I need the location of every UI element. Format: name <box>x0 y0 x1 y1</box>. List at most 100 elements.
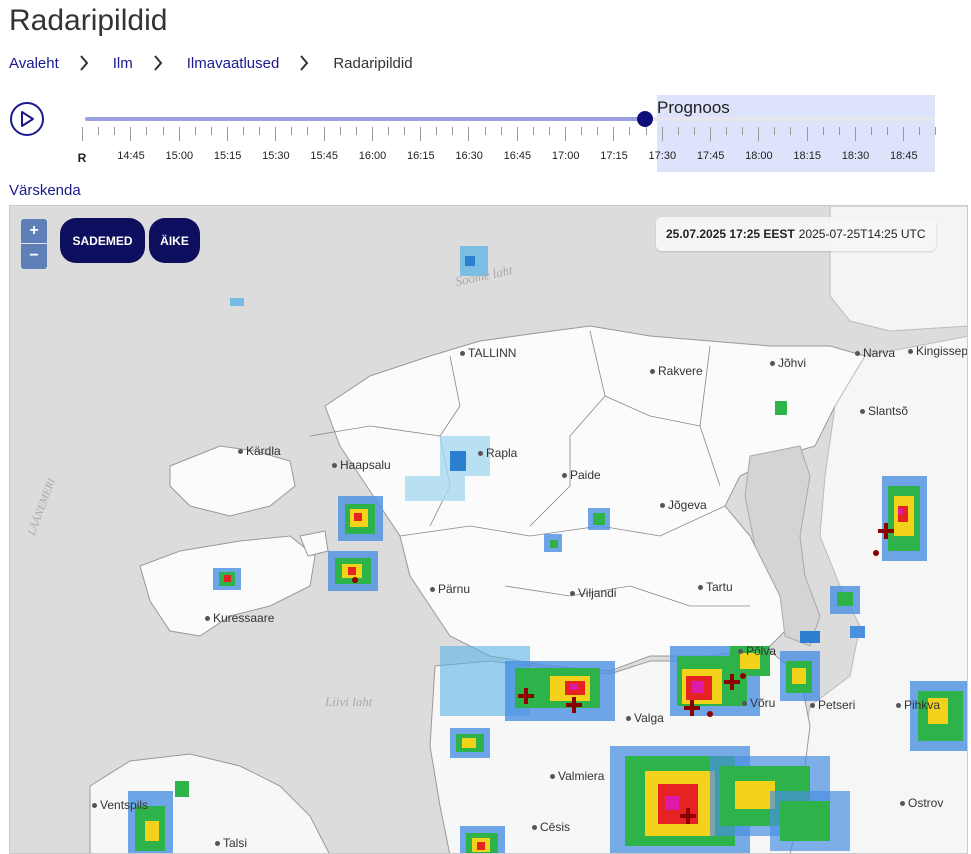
timeline-tick <box>339 127 341 135</box>
timeline-label[interactable]: 17:30 <box>649 150 677 162</box>
city-name: Valmiera <box>558 769 605 783</box>
realtime-label[interactable]: R <box>78 151 87 165</box>
timeline-tick <box>693 127 695 135</box>
city-dot-icon <box>860 409 865 415</box>
timeline-tick <box>355 127 357 135</box>
timeline-tick <box>291 127 293 135</box>
city-name: Paide <box>570 468 601 482</box>
city-dot-icon <box>92 803 97 809</box>
city-label: Cēsis <box>532 820 570 834</box>
layer-button-sademed[interactable]: SADEMED <box>60 218 145 263</box>
city-label: Jõhvi <box>770 356 806 370</box>
timeline-label[interactable]: 15:15 <box>214 150 242 162</box>
timeline-label[interactable]: 18:45 <box>890 150 918 162</box>
city-name: Cēsis <box>540 820 571 834</box>
timeline-labels: R 14:45 15:00 15:15 15:30 15:45 16:00 16:15 16:… <box>0 150 971 166</box>
city-label: Valga <box>626 711 664 725</box>
timeline-label[interactable]: 16:00 <box>359 150 387 162</box>
timeline-label[interactable]: 15:45 <box>310 150 338 162</box>
timeline-tick <box>162 127 164 135</box>
play-button[interactable] <box>10 102 44 136</box>
city-dot-icon <box>738 649 743 655</box>
city-label: Ostrov <box>900 796 943 810</box>
timeline-label[interactable]: 16:45 <box>504 150 532 162</box>
city-label: Jõgeva <box>660 498 707 512</box>
zoom-out-button[interactable]: − <box>21 244 47 269</box>
zoom-in-button[interactable]: + <box>21 219 47 244</box>
breadcrumb-home[interactable]: Avaleht <box>9 55 59 72</box>
timeline-tick <box>903 127 905 141</box>
city-name: TALLINN <box>468 346 517 360</box>
city-name: Pärnu <box>438 582 471 596</box>
city-label: Slantsõ <box>860 404 908 418</box>
timestamp-utc: 2025-07-25T14:25 UTC <box>798 227 926 241</box>
breadcrumb-ilm[interactable]: Ilm <box>113 55 133 72</box>
timeline-tick <box>323 127 325 141</box>
city-label: Kuressaare <box>205 611 274 625</box>
city-dot-icon <box>430 587 435 593</box>
timeline-tick <box>774 127 776 135</box>
breadcrumb-current: Radaripildid <box>333 54 413 72</box>
city-name: Kingissep <box>916 344 968 358</box>
city-dot-icon <box>550 774 555 780</box>
city-name: Jõgeva <box>668 498 707 512</box>
city-dot-icon <box>626 716 631 722</box>
city-name: Põlva <box>746 644 777 658</box>
city-name: Pihkva <box>904 698 941 712</box>
timeline-label[interactable]: 18:30 <box>842 150 870 162</box>
forecast-label: Prognoos <box>657 98 730 117</box>
city-dot-icon <box>238 449 243 455</box>
timeline-label[interactable]: 17:15 <box>600 150 628 162</box>
timeline-tick <box>838 127 840 135</box>
timeline-tick <box>484 127 486 135</box>
timestamp-local: 25.07.2025 17:25 EEST <box>666 227 795 241</box>
city-name: Narva <box>863 346 896 360</box>
timeline-label[interactable]: 14:45 <box>117 150 145 162</box>
city-name: Kuressaare <box>213 611 275 625</box>
timeline-ticks <box>82 127 938 141</box>
city-name: Ventspils <box>100 798 149 812</box>
city-label: Võru <box>742 696 775 710</box>
layer-button-aike[interactable]: ÄIKE <box>149 218 200 263</box>
city-label: Pihkva <box>896 698 940 712</box>
city-dot-icon <box>698 585 703 591</box>
timeline-tick <box>307 127 309 135</box>
timeline-tick <box>404 127 405 135</box>
breadcrumb-ilmavaatlused[interactable]: Ilmavaatlused <box>187 55 280 72</box>
city-name: Petseri <box>818 698 856 712</box>
city-label: Talsi <box>215 836 247 850</box>
timeline-tick <box>194 127 196 135</box>
timeline-label[interactable]: 15:00 <box>166 150 194 162</box>
timeline-label[interactable]: 16:15 <box>407 150 435 162</box>
refresh-link[interactable]: Värskenda <box>9 182 81 199</box>
timeline-label[interactable]: 17:45 <box>697 150 725 162</box>
city-name: Viljandi <box>578 586 617 600</box>
timeline-tick <box>259 127 261 135</box>
map-base <box>89 206 967 853</box>
city-dot-icon <box>562 473 567 479</box>
timeline-tick <box>887 127 888 135</box>
timeline-tick <box>565 127 566 141</box>
timeline-label[interactable]: 18:00 <box>745 150 773 162</box>
timeline-tick <box>210 127 212 135</box>
city-dot-icon <box>660 503 665 509</box>
timeline-tick <box>661 127 663 141</box>
timeline-thumb[interactable] <box>637 111 653 127</box>
city-label: TALLINN <box>460 346 516 360</box>
timeline-label[interactable]: 15:30 <box>262 150 290 162</box>
city-label: Paide <box>562 468 601 482</box>
timeline-label[interactable]: 16:30 <box>455 150 483 162</box>
city-label: Viljandi <box>570 586 616 600</box>
timeline-tick <box>532 127 534 135</box>
timeline-tick <box>790 127 792 135</box>
timeline-tick <box>548 127 550 135</box>
city-label: Narva <box>855 346 895 360</box>
breadcrumb: Avaleht Ilm Ilmavaatlused Radaripildid <box>9 54 413 72</box>
city-dot-icon <box>855 351 860 357</box>
radar-map[interactable]: + − SADEMED ÄIKE 25.07.2025 17:25 EEST 2… <box>9 205 968 854</box>
timeline-label[interactable]: 18:15 <box>793 150 821 162</box>
map-timestamp: 25.07.2025 17:25 EEST 2025-07-25T14:25 U… <box>656 217 936 251</box>
timeline-tick <box>114 127 116 135</box>
timeline-label[interactable]: 17:00 <box>552 150 580 162</box>
timeline-tick <box>275 127 277 141</box>
